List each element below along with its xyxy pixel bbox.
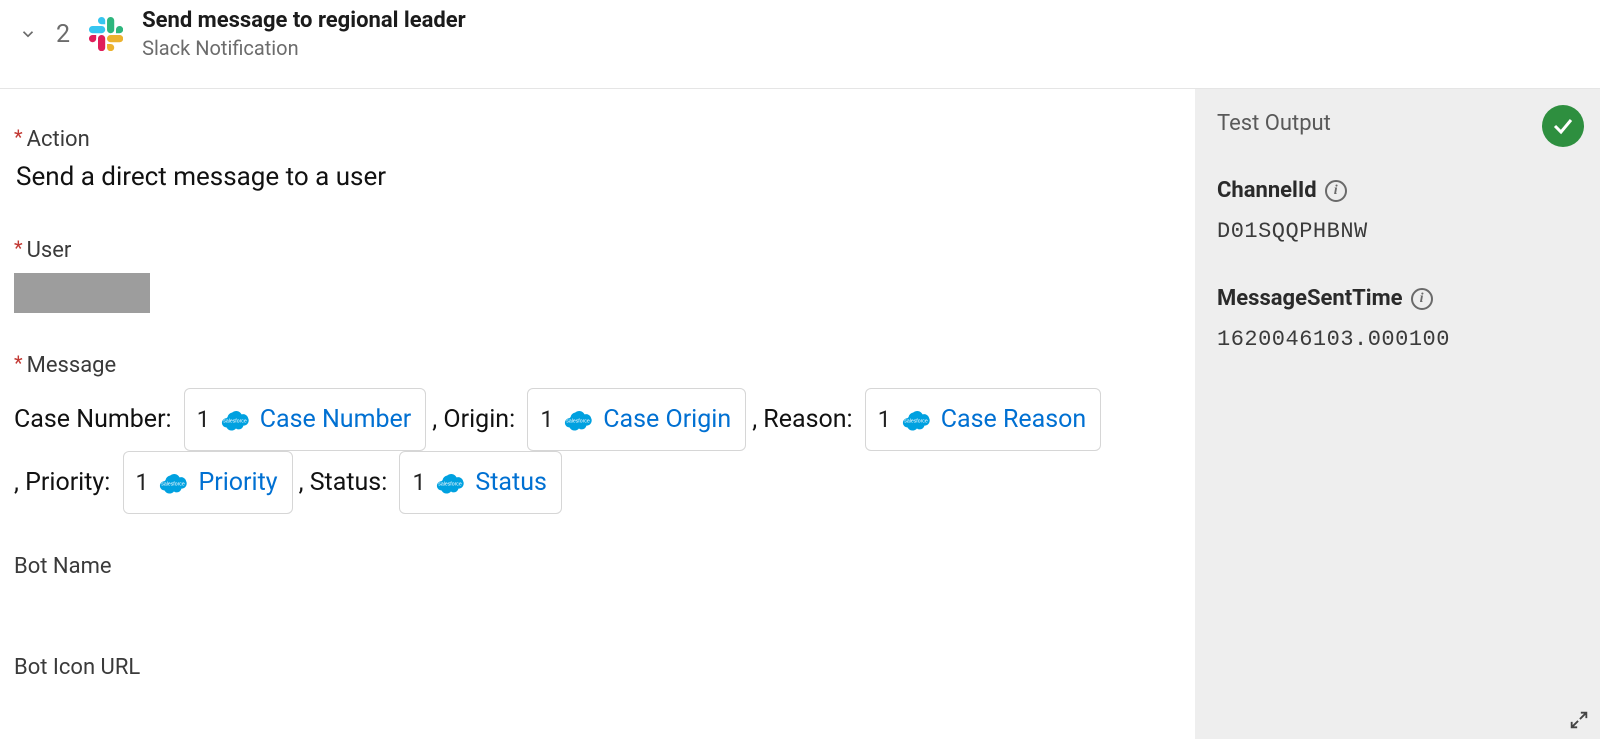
action-value[interactable]: Send a direct message to a user — [14, 162, 1181, 192]
svg-text:salesforce: salesforce — [904, 418, 928, 424]
bot-name-label: Bot Name — [14, 554, 1181, 579]
bot-icon-url-label: Bot Icon URL — [14, 655, 1181, 680]
message-text: , Priority: — [14, 455, 117, 510]
token-field-name: Status — [475, 455, 546, 510]
output-field-label: MessageSentTime — [1217, 286, 1403, 311]
token-step-index: 1 — [197, 395, 210, 446]
salesforce-icon: salesforce — [435, 472, 465, 494]
step-number: 2 — [56, 20, 70, 49]
output-field-name: MessageSentTime i — [1217, 286, 1582, 311]
step-titles: Send message to regional leader Slack No… — [142, 8, 466, 60]
action-label: Action — [14, 127, 1181, 152]
token-field-name: Case Reason — [941, 392, 1086, 447]
collapse-toggle[interactable] — [18, 24, 38, 44]
salesforce-icon: salesforce — [901, 409, 931, 431]
step-subtitle: Slack Notification — [142, 36, 466, 60]
token-field-name: Priority — [198, 455, 277, 510]
salesforce-icon: salesforce — [220, 409, 250, 431]
token-step-index: 1 — [878, 395, 891, 446]
step-title: Send message to regional leader — [142, 8, 466, 34]
user-input[interactable] — [14, 273, 150, 313]
message-text: Case Number: — [14, 392, 178, 447]
message-text: , Reason: — [752, 392, 859, 447]
svg-text:salesforce: salesforce — [567, 418, 591, 424]
field-token[interactable]: 1 salesforce Case Reason — [865, 388, 1101, 451]
salesforce-icon: salesforce — [158, 472, 188, 494]
token-step-index: 1 — [412, 458, 425, 509]
token-field-name: Case Origin — [603, 392, 731, 447]
token-field-name: Case Number — [260, 392, 412, 447]
form-pane: Action Send a direct message to a user U… — [0, 89, 1195, 739]
user-label: User — [14, 238, 1181, 263]
svg-text:salesforce: salesforce — [439, 481, 463, 487]
info-icon[interactable]: i — [1411, 288, 1433, 310]
info-icon[interactable]: i — [1325, 180, 1347, 202]
test-output-heading: Test Output — [1217, 111, 1582, 136]
output-field-value: D01SQQPHBNW — [1217, 219, 1582, 244]
step-header: 2 Send message to regional leader Slack … — [0, 0, 1600, 89]
expand-pane-button[interactable] — [1568, 709, 1592, 733]
field-token[interactable]: 1 salesforce Status — [399, 451, 561, 514]
message-label: Message — [14, 353, 1181, 378]
chevron-down-icon — [19, 25, 37, 43]
message-text: , Origin: — [432, 392, 521, 447]
svg-text:salesforce: salesforce — [162, 481, 186, 487]
token-step-index: 1 — [136, 458, 149, 509]
message-text: , Status: — [299, 455, 394, 510]
bot-name-input[interactable] — [14, 579, 1181, 651]
output-field-label: ChannelId — [1217, 178, 1317, 203]
svg-text:salesforce: salesforce — [223, 418, 247, 424]
message-input[interactable]: Case Number: 1 salesforce Case Number , Ori… — [14, 388, 1181, 514]
salesforce-icon: salesforce — [563, 409, 593, 431]
output-field-name: ChannelId i — [1217, 178, 1582, 203]
slack-icon — [88, 16, 124, 52]
test-output-pane: Test Output ChannelId i D01SQQPHBNW Message… — [1195, 89, 1600, 739]
field-token[interactable]: 1 salesforce Priority — [123, 451, 293, 514]
output-field-value: 1620046103.000100 — [1217, 327, 1582, 352]
field-token[interactable]: 1 salesforce Case Number — [184, 388, 426, 451]
field-token[interactable]: 1 salesforce Case Origin — [527, 388, 746, 451]
success-check-icon — [1542, 105, 1584, 147]
token-step-index: 1 — [540, 395, 553, 446]
